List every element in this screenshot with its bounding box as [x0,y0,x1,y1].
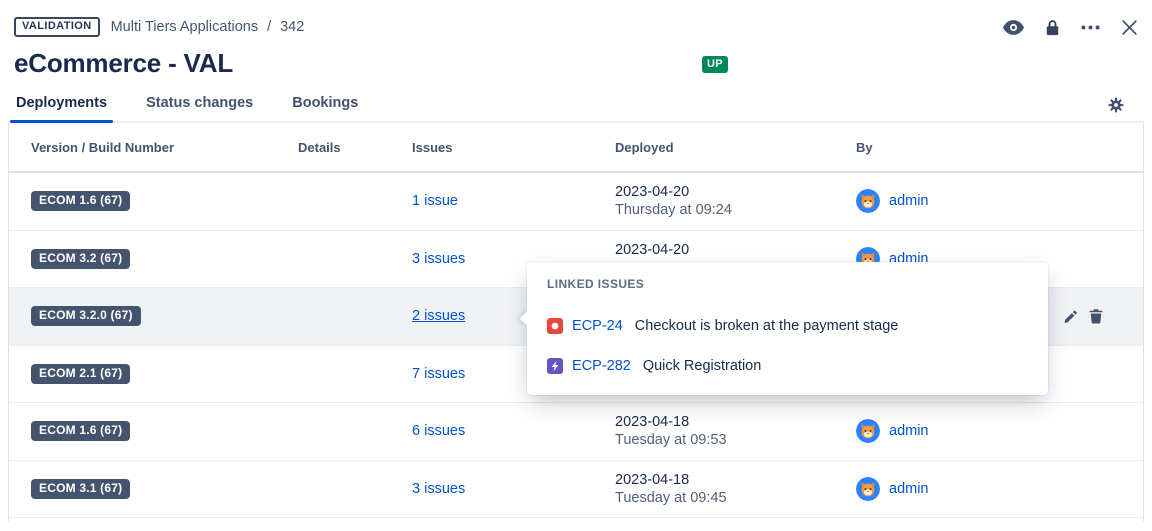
user-avatar [856,419,880,443]
user-avatar [856,477,880,501]
issue-summary: Checkout is broken at the payment stage [635,318,899,334]
deployed-date-detail: Tuesday at 09:53 [615,431,856,449]
lock-icon[interactable] [1045,19,1060,36]
issues-count-link[interactable]: 3 issues [412,481,465,497]
linked-issues-popup: LINKED ISSUES ECP-24 Checkout is broken … [527,262,1048,395]
user-link[interactable]: admin [889,423,929,439]
version-badge: ECOM 1.6 (67) [31,191,130,211]
status-up-badge: UP [702,56,728,73]
top-bar: VALIDATION Multi Tiers Applications / 34… [0,0,1152,38]
column-header-by: By [856,140,1127,155]
user-link[interactable]: admin [889,193,929,209]
table-row: ECOM 3.1 (67) 3 issues 2023-04-18 Tuesda… [9,461,1143,519]
column-header-details: Details [298,140,412,155]
user-link[interactable]: admin [889,481,929,497]
issues-count-link[interactable]: 1 issue [412,193,458,209]
linked-issue-item: ECP-282 Quick Registration [547,355,1030,377]
column-header-deployed: Deployed [615,140,856,155]
deployed-date: 2023-04-20 [615,241,856,259]
breadcrumb-separator: / [267,19,271,35]
table-header-row: Version / Build Number Details Issues De… [9,123,1143,173]
deployed-date-detail: Tuesday at 09:45 [615,489,856,507]
tab-bookings[interactable]: Bookings [286,95,364,121]
issue-key-link[interactable]: ECP-282 [572,358,631,374]
tab-bar: Deployments Status changes Bookings [8,94,1144,123]
issue-summary: Quick Registration [643,358,761,374]
settings-gear-icon[interactable] [1108,97,1144,121]
column-header-issues: Issues [412,140,615,155]
tab-status-changes[interactable]: Status changes [140,95,259,121]
breadcrumb: Multi Tiers Applications / 342 [111,19,305,35]
version-badge: ECOM 2.1 (67) [31,364,130,384]
close-icon[interactable] [1121,19,1138,36]
deployed-date: 2023-04-20 [615,183,856,201]
table-row: ECOM 1.6 (67) 6 issues 2023-04-18 Tuesda… [9,403,1143,461]
more-ellipsis-icon[interactable] [1081,25,1100,30]
issues-count-link[interactable]: 7 issues [412,366,465,382]
version-badge: ECOM 3.1 (67) [31,479,130,499]
deployed-date: 2023-04-18 [615,471,856,489]
tab-deployments[interactable]: Deployments [10,95,113,121]
bug-icon [547,318,563,334]
issues-count-link[interactable]: 6 issues [412,423,465,439]
breadcrumb-application-link[interactable]: Multi Tiers Applications [111,19,258,35]
column-header-version: Version / Build Number [31,140,298,155]
deployed-date-detail: Thursday at 09:24 [615,201,856,219]
edit-pencil-icon[interactable] [1064,309,1078,323]
issues-count-link[interactable]: 3 issues [412,251,465,267]
table-row: ECOM 1.6 (67) 1 issue 2023-04-20 Thursda… [9,173,1143,231]
popup-title: LINKED ISSUES [547,277,1030,291]
page-title: eCommerce - VAL [14,48,1138,79]
deployed-date: 2023-04-18 [615,413,856,431]
breadcrumb-item-id: 342 [280,19,304,35]
issues-count-link[interactable]: 2 issues [412,308,465,324]
delete-trash-icon[interactable] [1089,309,1103,324]
epic-bolt-icon [547,358,563,374]
issue-key-link[interactable]: ECP-24 [572,318,623,334]
version-badge: ECOM 3.2.0 (67) [31,306,141,326]
linked-issue-item: ECP-24 Checkout is broken at the payment… [547,315,1030,337]
version-badge: ECOM 1.6 (67) [31,421,130,441]
user-avatar [856,189,880,213]
environment-badge: VALIDATION [14,17,100,37]
watch-eye-icon[interactable] [1003,20,1024,35]
version-badge: ECOM 3.2 (67) [31,249,130,269]
